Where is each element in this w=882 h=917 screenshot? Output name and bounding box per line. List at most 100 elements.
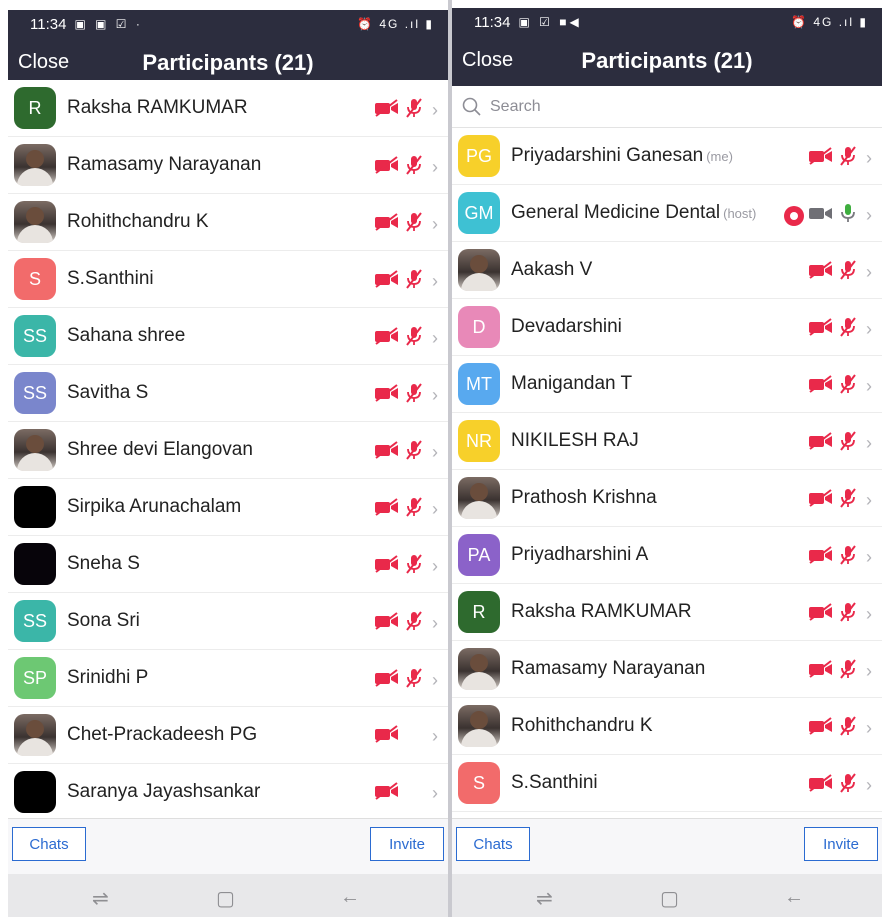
mic-muted-icon (838, 658, 858, 685)
avatar-initials: R (472, 601, 486, 622)
footer-bar: Chats Invite (8, 818, 448, 875)
chevron-right-icon[interactable]: › (866, 148, 876, 169)
participant-status: › (808, 544, 876, 571)
participant-row[interactable]: PA Priyadharshini A › (452, 527, 882, 584)
chevron-right-icon[interactable]: › (432, 328, 442, 349)
participant-row[interactable]: Sirpika Arunachalam › (8, 479, 448, 536)
video-off-icon (374, 383, 400, 408)
participant-row[interactable]: PG Priyadarshini Ganesan (me) › (452, 128, 882, 185)
chevron-right-icon[interactable]: › (866, 262, 876, 283)
chevron-right-icon[interactable]: › (432, 670, 442, 691)
chevron-right-icon[interactable]: › (432, 271, 442, 292)
participant-row[interactable]: Sneha S › (8, 536, 448, 593)
participant-row[interactable]: R Raksha RAMKUMAR › (452, 584, 882, 641)
participant-row[interactable]: GM General Medicine Dental (host) › (452, 185, 882, 242)
video-off-icon (374, 668, 400, 693)
recents-icon[interactable]: ⇌ (536, 886, 553, 911)
participant-status: › (808, 259, 876, 286)
chevron-right-icon[interactable]: › (432, 726, 442, 747)
participant-row[interactable]: SP Srinidhi P › (8, 650, 448, 707)
invite-button[interactable]: Invite (370, 827, 444, 861)
chevron-right-icon[interactable]: › (432, 442, 442, 463)
participant-row[interactable]: R Raksha RAMKUMAR › (8, 80, 448, 137)
participant-row[interactable]: NR NIKILESH RAJ › (452, 413, 882, 470)
participant-row[interactable]: Aakash V › (452, 242, 882, 299)
chevron-right-icon[interactable]: › (866, 547, 876, 568)
home-icon[interactable]: ▢ (216, 886, 235, 911)
participant-row[interactable]: Saranya Jayashsankar › (8, 764, 448, 821)
chevron-right-icon[interactable]: › (432, 556, 442, 577)
chevron-right-icon[interactable]: › (866, 661, 876, 682)
chats-button[interactable]: Chats (12, 827, 86, 861)
chevron-right-icon[interactable]: › (432, 613, 442, 634)
recents-icon[interactable]: ⇌ (92, 886, 109, 911)
participant-row[interactable]: SS Sahana shree › (8, 308, 448, 365)
back-icon[interactable]: ← (784, 886, 804, 909)
status-time: 11:34 (30, 15, 67, 33)
participant-row[interactable]: Prathosh Krishna › (452, 470, 882, 527)
chevron-right-icon[interactable]: › (866, 718, 876, 739)
participant-row[interactable]: S S.Santhini › (452, 755, 882, 812)
chevron-right-icon[interactable]: › (866, 604, 876, 625)
chevron-right-icon[interactable]: › (432, 783, 442, 804)
participant-status: › (374, 553, 442, 580)
chevron-right-icon[interactable]: › (866, 205, 876, 226)
participant-list: R Raksha RAMKUMAR › Ramasamy Narayanan › Rohi… (8, 80, 448, 821)
participant-row[interactable]: Ramasamy Narayanan › (8, 137, 448, 194)
chevron-right-icon[interactable]: › (432, 214, 442, 235)
participant-name: Manigandan T (511, 373, 633, 394)
chevron-right-icon[interactable]: › (866, 490, 876, 511)
participant-name-group: Chet-Prackadeesh PG (67, 724, 257, 746)
mic-muted-icon (838, 715, 858, 742)
avatar: R (458, 591, 500, 633)
participant-status: › (374, 610, 442, 637)
participant-row[interactable]: SS Sona Sri › (8, 593, 448, 650)
status-bar: 11:34 ▣ ▣ ☑ · ⏰ 4G .ıl ▮ (8, 10, 448, 38)
video-off-icon (808, 545, 834, 570)
video-off-icon (808, 146, 834, 171)
chats-button[interactable]: Chats (456, 827, 530, 861)
avatar (14, 144, 56, 186)
participant-name-group: Savitha S (67, 382, 148, 404)
chevron-right-icon[interactable]: › (866, 319, 876, 340)
avatar: SS (14, 315, 56, 357)
participant-row[interactable]: S S.Santhini › (8, 251, 448, 308)
participant-name-group: Sahana shree (67, 325, 185, 347)
participant-row[interactable]: Chet-Prackadeesh PG › (8, 707, 448, 764)
avatar: S (14, 258, 56, 300)
participant-row[interactable]: SS Savitha S › (8, 365, 448, 422)
chevron-right-icon[interactable]: › (432, 499, 442, 520)
participant-name: Prathosh Krishna (511, 487, 657, 508)
participant-row[interactable]: Shree devi Elangovan › (8, 422, 448, 479)
participant-name-group: NIKILESH RAJ (511, 430, 639, 452)
participant-name-group: Priyadarshini Ganesan (me) (511, 145, 733, 167)
search-bar[interactable]: Search (452, 86, 882, 128)
chevron-right-icon[interactable]: › (432, 100, 442, 121)
home-icon[interactable]: ▢ (660, 886, 679, 911)
invite-button[interactable]: Invite (804, 827, 878, 861)
participant-row[interactable]: Ramasamy Narayanan › (452, 641, 882, 698)
avatar: GM (458, 192, 500, 234)
avatar (458, 648, 500, 690)
participant-row[interactable]: Rohithchandru K › (8, 194, 448, 251)
chevron-right-icon[interactable]: › (866, 433, 876, 454)
participant-row[interactable]: MT Manigandan T › (452, 356, 882, 413)
mic-muted-icon (404, 97, 424, 124)
participant-row[interactable]: Rohithchandru K › (452, 698, 882, 755)
participant-row[interactable]: D Devadarshini › (452, 299, 882, 356)
back-icon[interactable]: ← (340, 886, 360, 909)
mic-muted-icon (838, 373, 858, 400)
search-input[interactable]: Search (490, 98, 541, 116)
chevron-right-icon[interactable]: › (432, 385, 442, 406)
chevron-right-icon[interactable]: › (432, 157, 442, 178)
participant-name-group: General Medicine Dental (host) (511, 202, 756, 224)
participant-name: Priyadharshini A (511, 544, 649, 565)
avatar-initials: S (472, 772, 485, 793)
participant-name-group: Priyadharshini A (511, 544, 648, 566)
page-title: Participants (21) (581, 48, 753, 73)
chevron-right-icon[interactable]: › (866, 376, 876, 397)
chevron-right-icon[interactable]: › (866, 775, 876, 796)
mic-muted-icon (838, 430, 858, 457)
mic-muted-icon (838, 259, 858, 286)
left-screen: 11:34 ▣ ▣ ☑ · ⏰ 4G .ıl ▮ Close Participa… (8, 0, 448, 917)
